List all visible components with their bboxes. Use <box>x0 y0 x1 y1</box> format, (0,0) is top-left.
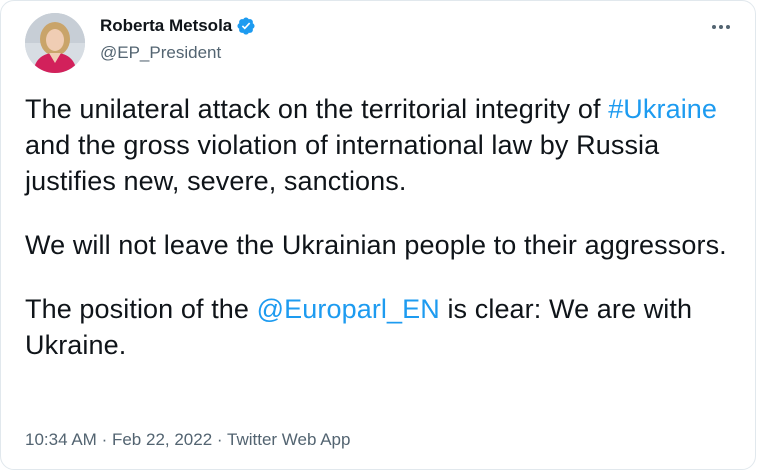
avatar[interactable] <box>25 13 85 73</box>
tweet-meta: 10:34 AM · Feb 22, 2022 · Twitter Web Ap… <box>25 429 350 451</box>
tweet-time[interactable]: 10:34 AM <box>25 430 97 449</box>
tweet-paragraph-3: The position of the @Europarl_EN is clea… <box>25 291 741 363</box>
ukraine-flag-icon <box>134 333 170 357</box>
hashtag-link[interactable]: #Ukraine <box>608 94 717 124</box>
verified-badge-icon <box>236 16 256 36</box>
author-name-row: Roberta Metsola <box>100 15 256 37</box>
meta-separator: · <box>101 430 108 449</box>
more-options-icon[interactable] <box>707 15 735 39</box>
tweet-p3-before: The position of the <box>25 294 257 324</box>
avatar-image <box>25 13 85 73</box>
tweet-p1-before: The unilateral attack on the territorial… <box>25 94 609 124</box>
tweet-source[interactable]: Twitter Web App <box>227 430 350 449</box>
tweet-paragraph-1: The unilateral attack on the territorial… <box>25 91 741 199</box>
tweet-p1-after: and the gross violation of international… <box>25 130 660 196</box>
tweet-paragraph-2: We will not leave the Ukrainian people t… <box>25 230 727 260</box>
author-name[interactable]: Roberta Metsola <box>100 15 232 37</box>
tweet-text: The unilateral attack on the territorial… <box>25 91 741 391</box>
author-handle[interactable]: @EP_President <box>100 42 221 64</box>
tweet-date[interactable]: Feb 22, 2022 <box>112 430 212 449</box>
tweet-card: Roberta Metsola @EP_President The unilat… <box>0 0 756 470</box>
meta-separator-2: · <box>216 430 223 449</box>
mention-link[interactable]: @Europarl_EN <box>257 294 440 324</box>
